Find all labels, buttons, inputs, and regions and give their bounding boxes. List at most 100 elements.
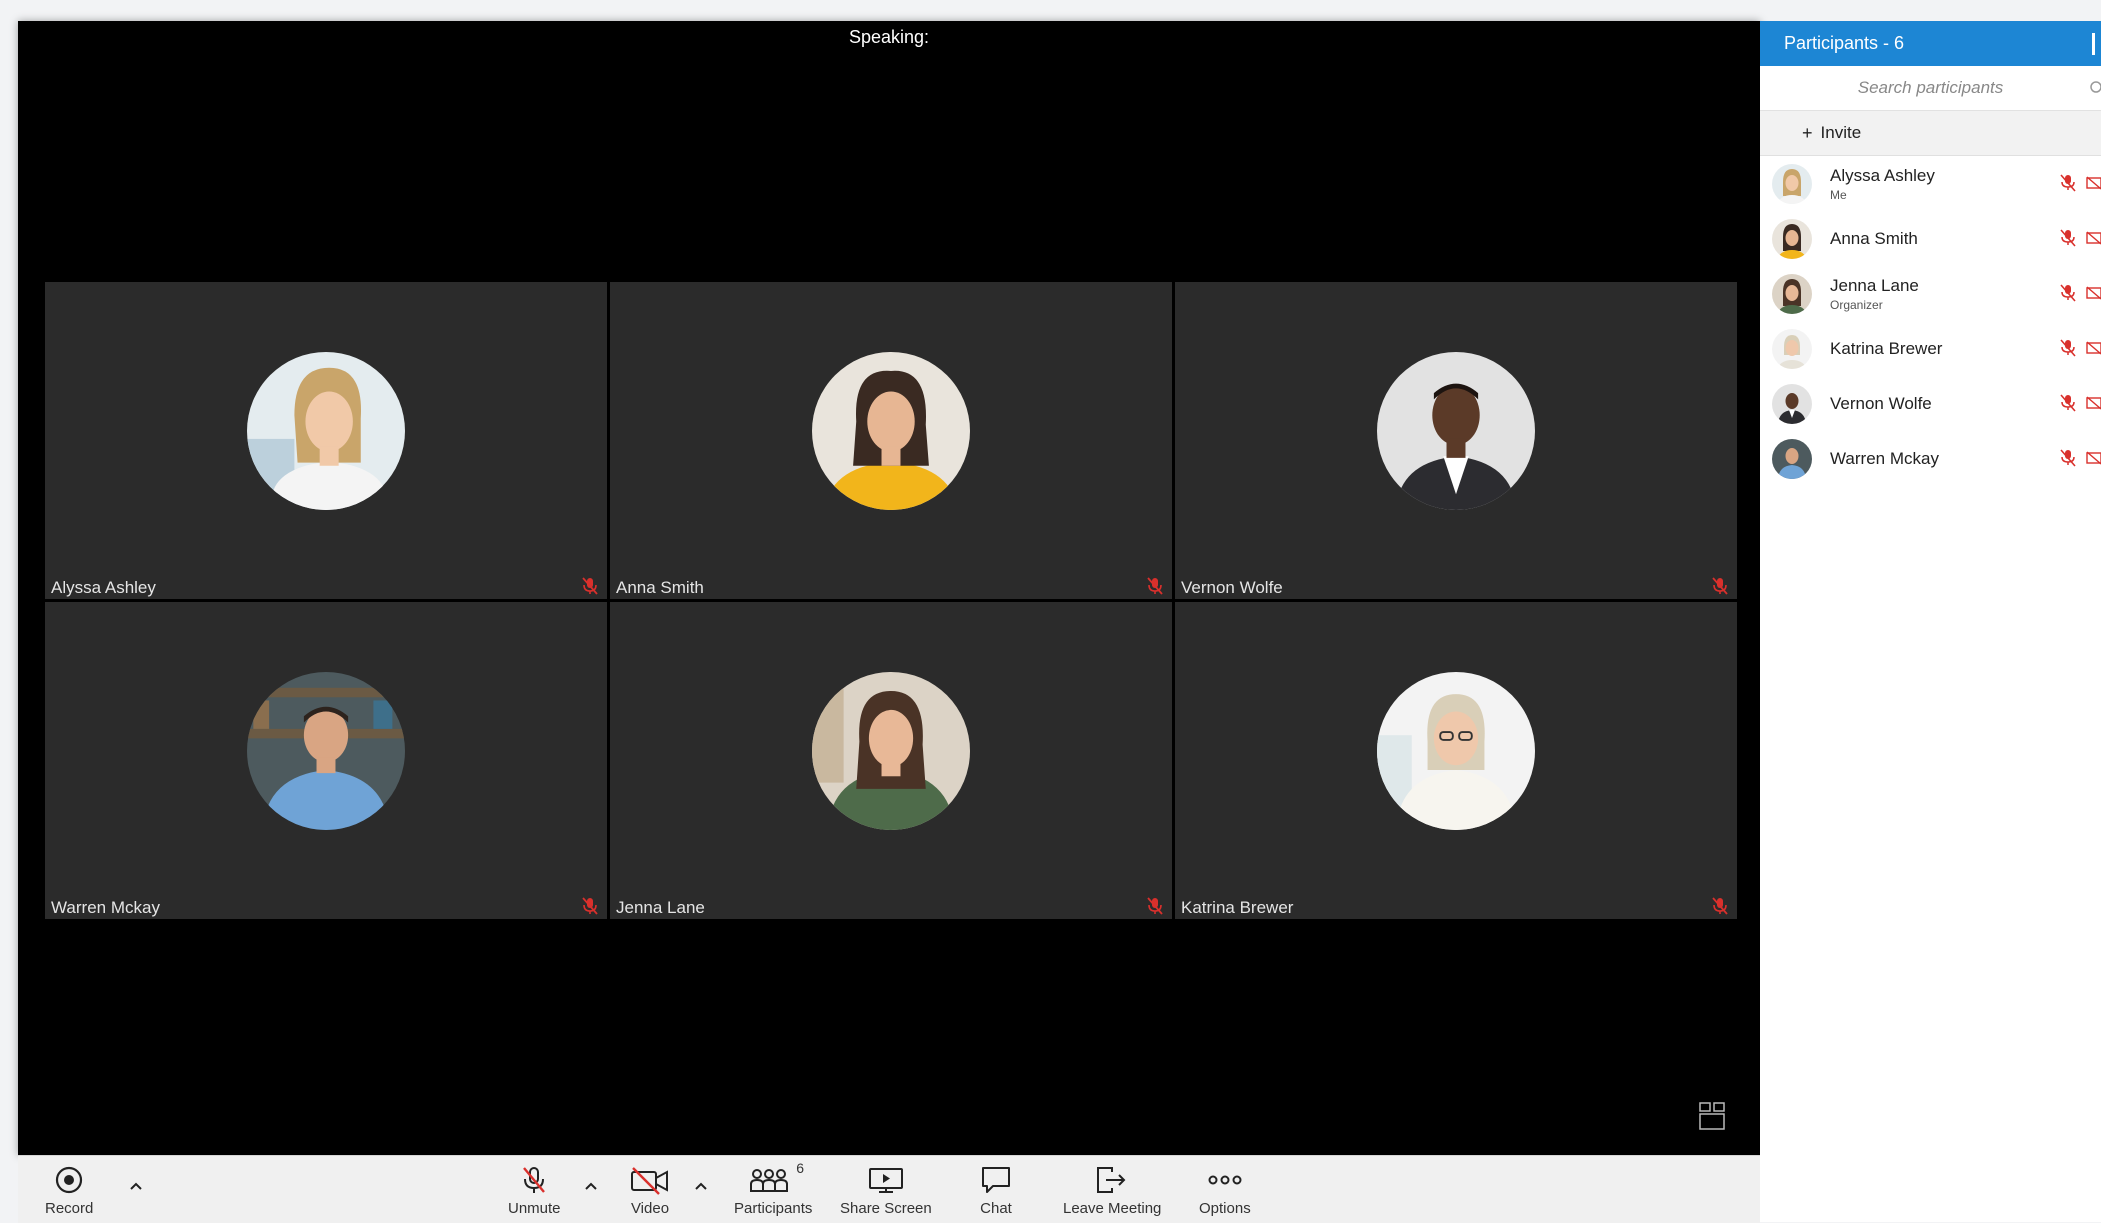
participant-photo xyxy=(1377,352,1535,510)
participant-row[interactable]: Katrina Brewer xyxy=(1760,321,2101,376)
participant-row[interactable]: Jenna Lane Organizer xyxy=(1760,266,2101,321)
meeting-toolbar: Record Unmute Video 6 Participants Share… xyxy=(18,1155,1760,1223)
record-button[interactable]: Record xyxy=(45,1164,93,1217)
muted-mic-icon[interactable] xyxy=(2060,449,2076,467)
panel-title: Participants - 6 xyxy=(1784,33,1905,53)
muted-mic-icon[interactable] xyxy=(2060,229,2076,247)
muted-mic-icon xyxy=(582,897,598,915)
plus-icon: + xyxy=(1802,122,1813,143)
participant-row[interactable]: Alyssa Ashley Me xyxy=(1760,156,2101,211)
participant-photo xyxy=(1377,672,1535,830)
muted-mic-icon xyxy=(1712,897,1728,915)
video-tile[interactable]: Katrina Brewer xyxy=(1175,602,1737,919)
leave-meeting-label: Leave Meeting xyxy=(1063,1200,1162,1217)
muted-mic-icon[interactable] xyxy=(2060,339,2076,357)
participants-icon xyxy=(750,1169,789,1192)
video-off-icon[interactable] xyxy=(2086,286,2101,300)
video-tile[interactable]: Warren Mckay xyxy=(45,602,607,919)
video-options-chevron-icon[interactable] xyxy=(693,1180,709,1192)
video-tile[interactable]: Anna Smith xyxy=(610,282,1172,599)
layout-toggle-icon[interactable] xyxy=(1698,1101,1726,1131)
video-off-icon[interactable] xyxy=(2086,341,2101,355)
video-label: Video xyxy=(630,1200,670,1217)
video-off-icon[interactable] xyxy=(2086,231,2101,245)
video-tile[interactable]: Jenna Lane xyxy=(610,602,1172,919)
video-off-icon[interactable] xyxy=(2086,396,2101,410)
avatar xyxy=(1772,328,1812,369)
video-off-icon[interactable] xyxy=(2086,176,2101,190)
muted-mic-icon[interactable] xyxy=(2060,284,2076,302)
participants-icon-wrap: 6 xyxy=(748,1160,804,1196)
avatar xyxy=(1772,163,1812,204)
leave-meeting-button[interactable]: Leave Meeting xyxy=(1063,1164,1161,1217)
muted-mic-icon xyxy=(582,577,598,595)
tile-name: Vernon Wolfe xyxy=(1181,578,1283,597)
participants-label: Participants xyxy=(734,1200,813,1217)
muted-mic-icon xyxy=(1147,577,1163,595)
share-screen-button[interactable]: Share Screen xyxy=(840,1164,932,1217)
invite-label: Invite xyxy=(1820,123,1862,142)
participant-name: Warren Mckay xyxy=(1830,449,1939,468)
share-screen-icon xyxy=(868,1168,903,1193)
avatar xyxy=(1772,218,1812,259)
participant-photo xyxy=(247,672,405,830)
record-icon xyxy=(56,1166,83,1194)
video-off-icon xyxy=(631,1167,668,1195)
participant-name: Katrina Brewer xyxy=(1830,339,1943,358)
video-tile[interactable]: Alyssa Ashley xyxy=(45,282,607,599)
options-label: Options xyxy=(1199,1200,1251,1217)
panel-edge-icon[interactable] xyxy=(2092,33,2101,55)
search-input[interactable] xyxy=(1760,66,2101,110)
participant-photo xyxy=(812,352,970,510)
participant-row[interactable]: Warren Mckay xyxy=(1760,431,2101,486)
tile-name: Jenna Lane xyxy=(616,898,705,917)
participant-row[interactable]: Anna Smith xyxy=(1760,211,2101,266)
video-grid: Alyssa Ashley Anna Smith Vernon Wolfe Wa… xyxy=(45,282,1737,919)
record-options-chevron-icon[interactable] xyxy=(128,1180,144,1192)
participants-button[interactable]: 6 Participants xyxy=(734,1160,813,1217)
speaking-indicator: Speaking: xyxy=(848,27,930,47)
panel-header: Participants - 6 xyxy=(1760,21,2101,66)
video-off-icon[interactable] xyxy=(2086,451,2101,465)
record-label: Record xyxy=(45,1200,94,1217)
participant-photo xyxy=(247,352,405,510)
participant-role: Me xyxy=(1830,188,1847,202)
chat-icon xyxy=(982,1167,1010,1193)
tile-name: Alyssa Ashley xyxy=(51,578,156,597)
tile-name: Anna Smith xyxy=(616,578,704,597)
participant-list: Alyssa Ashley Me Anna Smith Jenna Lane O… xyxy=(1760,156,2101,486)
participant-search xyxy=(1760,66,2101,111)
participant-row[interactable]: Vernon Wolfe xyxy=(1760,376,2101,431)
participants-panel: Participants - 6 + Invite Alyssa Ashley … xyxy=(1760,21,2101,1222)
chat-button[interactable]: Chat xyxy=(979,1164,1013,1217)
chat-label: Chat xyxy=(980,1200,1012,1217)
share-screen-label: Share Screen xyxy=(840,1200,932,1217)
participant-name: Vernon Wolfe xyxy=(1830,394,1932,413)
more-options-icon xyxy=(1208,1175,1242,1185)
participant-name: Jenna Lane xyxy=(1830,276,1919,295)
invite-button[interactable]: + Invite xyxy=(1760,111,2101,156)
tile-name: Warren Mckay xyxy=(51,898,160,917)
video-tile[interactable]: Vernon Wolfe xyxy=(1175,282,1737,599)
video-button[interactable]: Video xyxy=(629,1164,671,1217)
participants-count-badge: 6 xyxy=(796,1160,804,1176)
search-icon[interactable] xyxy=(2087,80,2101,96)
participant-photo xyxy=(812,672,970,830)
muted-mic-icon[interactable] xyxy=(2060,394,2076,412)
unmute-button[interactable]: Unmute xyxy=(508,1164,561,1217)
tile-name: Katrina Brewer xyxy=(1181,898,1294,917)
participant-role: Organizer xyxy=(1830,298,1883,312)
meeting-stage: Speaking: Alyssa Ashley Anna Smith Verno… xyxy=(18,21,1760,1155)
muted-mic-icon xyxy=(523,1167,546,1193)
muted-mic-icon xyxy=(1147,897,1163,915)
options-button[interactable]: Options xyxy=(1199,1164,1251,1217)
participant-name: Anna Smith xyxy=(1830,229,1918,248)
avatar xyxy=(1772,438,1812,479)
audio-options-chevron-icon[interactable] xyxy=(583,1180,599,1192)
leave-icon xyxy=(1097,1167,1126,1193)
participant-name: Alyssa Ashley xyxy=(1830,166,1935,185)
muted-mic-icon xyxy=(1712,577,1728,595)
avatar xyxy=(1772,273,1812,314)
unmute-label: Unmute xyxy=(508,1200,561,1217)
muted-mic-icon[interactable] xyxy=(2060,174,2076,192)
